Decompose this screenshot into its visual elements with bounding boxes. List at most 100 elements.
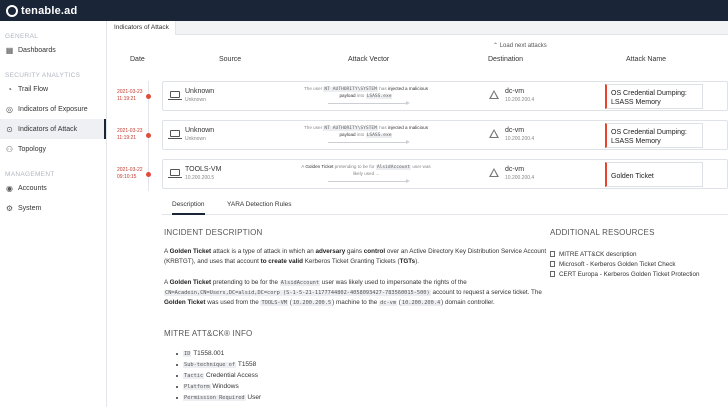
topology-icon: ⚇ (5, 144, 14, 154)
vector-arrow-line (328, 103, 408, 104)
accounts-icon: ◉ (6, 183, 13, 193)
list-item: Platform Windows (176, 381, 261, 392)
severity-dot-icon (146, 172, 151, 177)
attack-name-badge[interactable]: OS Credential Dumping: LSASS Memory (605, 84, 703, 109)
arrow-right-icon (406, 101, 410, 105)
chevron-up-icon: ⌃ (493, 43, 499, 49)
load-next-attacks-link[interactable]: ⌃ Load next attacks (493, 42, 547, 49)
row-date: 2021-03-22 09:10:15 (117, 167, 143, 180)
destination-ip: 10.200.200.4 (505, 136, 535, 142)
document-icon (550, 271, 555, 277)
destination-ip: 10.200.200.4 (505, 97, 535, 103)
main-content: Indicators of Attack Date Source Attack … (108, 21, 728, 407)
destination-name: dc-vm (505, 166, 525, 173)
warning-icon (489, 129, 499, 138)
warning-icon (489, 90, 499, 99)
list-item: ID T1558.001 (176, 348, 261, 359)
list-item: Sub-technique of T1558 (176, 359, 261, 370)
incident-paragraph-1: A Golden Ticket attack is a type of atta… (164, 248, 547, 265)
vector-arrow-line (328, 142, 408, 143)
detail-tabs: Description YARA Detection Rules (162, 197, 728, 215)
source-detail: Unknown (185, 136, 206, 142)
sidebar-section-general: GENERAL (5, 33, 39, 40)
arrow-right-icon (406, 179, 410, 183)
tab-description[interactable]: Description (172, 201, 205, 215)
sidebar-item-trail-flow[interactable]: ◔ Trail Flow (0, 79, 106, 99)
sidebar-item-label: Dashboards (18, 46, 56, 54)
attack-vector: The user NT AUTHORITY\SYSTEM has injecte… (303, 125, 429, 138)
sidebar-item-system[interactable]: ⚙ System (0, 198, 106, 218)
severity-dot-icon (146, 133, 151, 138)
vector-arrow-line (328, 181, 408, 182)
additional-resources-heading: ADDITIONAL RESOURCES (550, 228, 655, 237)
source-name: Unknown (185, 88, 215, 95)
warning-icon (489, 168, 499, 177)
sidebar-section-management: MANAGEMENT (5, 171, 55, 178)
destination-name: dc-vm (505, 127, 525, 134)
arrow-right-icon (406, 140, 410, 144)
column-header-attack-name: Attack Name (626, 56, 667, 63)
column-header-attack-vector: Attack Vector (348, 56, 390, 63)
attack-name-badge[interactable]: Golden Ticket (605, 162, 703, 187)
source-detail: Unknown (185, 97, 206, 103)
sidebar-item-indicators-of-exposure[interactable]: ◎ Indicators of Exposure (0, 99, 106, 119)
attack-vector: The user NT AUTHORITY\SYSTEM has injecte… (303, 86, 429, 99)
source-name: TOOLS-VM (185, 166, 222, 173)
exposure-icon: ◎ (6, 104, 13, 114)
mitre-info-list: ID T1558.001 Sub-technique of T1558 Tact… (176, 348, 261, 403)
severity-dot-icon (146, 94, 151, 99)
column-header-destination: Destination (488, 56, 524, 63)
source-name: Unknown (185, 127, 215, 134)
incident-paragraph-2: A Golden Ticket pretending to be for the… (164, 279, 542, 306)
document-icon (550, 261, 555, 267)
sidebar-section-security-analytics: SECURITY ANALYTICS (5, 72, 81, 79)
incident-description-heading: INCIDENT DESCRIPTION (164, 228, 263, 237)
resources-list: MITRE ATT&CK description Microsoft - Ker… (550, 249, 699, 279)
sidebar-item-label: Accounts (18, 184, 47, 192)
attack-vector: A Golden Ticket pretending to be for Als… (301, 164, 431, 176)
sidebar-item-accounts[interactable]: ◉ Accounts (0, 178, 106, 198)
destination-ip: 10.200.200.4 (505, 175, 535, 181)
mitre-info-heading: MITRE ATT&CK® INFO (164, 329, 253, 338)
list-item: Permission Required User (176, 392, 261, 403)
attack-row[interactable]: 2021-03-23 11:19:21 Unknown Unknown The u… (108, 81, 728, 115)
sidebar: GENERAL ▦ Dashboards SECURITY ANALYTICS … (0, 21, 107, 407)
top-bar: tenable.ad (0, 0, 728, 21)
row-date: 2021-03-23 11:19:21 (117, 89, 143, 102)
laptop-icon (168, 169, 182, 178)
source-detail: 10.200.200.5 (185, 175, 215, 181)
resource-link[interactable]: MITRE ATT&CK description (550, 249, 699, 259)
list-item: Tactic Credential Access (176, 370, 261, 381)
laptop-icon (168, 130, 182, 139)
sidebar-item-label: Indicators of Exposure (18, 105, 88, 113)
destination-name: dc-vm (505, 88, 525, 95)
tab-indicators-of-attack[interactable]: Indicators of Attack (108, 21, 176, 35)
tenable-logo-icon[interactable] (6, 4, 18, 17)
sidebar-item-label: System (18, 204, 42, 212)
dashboard-icon: ▦ (5, 45, 14, 55)
sidebar-item-dashboards[interactable]: ▦ Dashboards (0, 40, 106, 60)
tab-bar: Indicators of Attack (108, 21, 728, 35)
sidebar-item-indicators-of-attack[interactable]: ⊙ Indicators of Attack (0, 119, 106, 139)
column-header-source: Source (219, 56, 242, 63)
laptop-icon (168, 91, 182, 100)
brand-name[interactable]: tenable.ad (21, 5, 77, 17)
attack-name-badge[interactable]: OS Credential Dumping: LSASS Memory (605, 123, 703, 148)
trail-flow-icon: ◔ (7, 84, 12, 94)
row-date: 2021-03-23 11:19:21 (117, 128, 143, 141)
resource-link[interactable]: Microsoft - Kerberos Golden Ticket Check (550, 259, 699, 269)
column-header-date: Date (130, 56, 145, 63)
resource-link[interactable]: CERT Europa - Kerberos Golden Ticket Pro… (550, 269, 699, 279)
attack-card[interactable]: Unknown Unknown The user NT AUTHORITY\SY… (162, 120, 728, 150)
sidebar-item-label: Indicators of Attack (18, 125, 78, 133)
tab-yara-detection-rules[interactable]: YARA Detection Rules (227, 201, 292, 208)
attack-row[interactable]: 2021-03-23 11:19:21 Unknown Unknown The u… (108, 120, 728, 154)
attack-card[interactable]: TOOLS-VM 10.200.200.5 A Golden Ticket pr… (162, 159, 728, 189)
attack-row[interactable]: 2021-03-22 09:10:15 TOOLS-VM 10.200.200.5… (108, 159, 728, 193)
attack-card[interactable]: Unknown Unknown The user NT AUTHORITY\SY… (162, 81, 728, 111)
document-icon (550, 251, 555, 257)
sidebar-item-topology[interactable]: ⚇ Topology (0, 139, 106, 159)
attack-icon: ⊙ (6, 124, 13, 134)
sidebar-item-label: Topology (18, 145, 47, 153)
gear-icon: ⚙ (5, 203, 14, 213)
